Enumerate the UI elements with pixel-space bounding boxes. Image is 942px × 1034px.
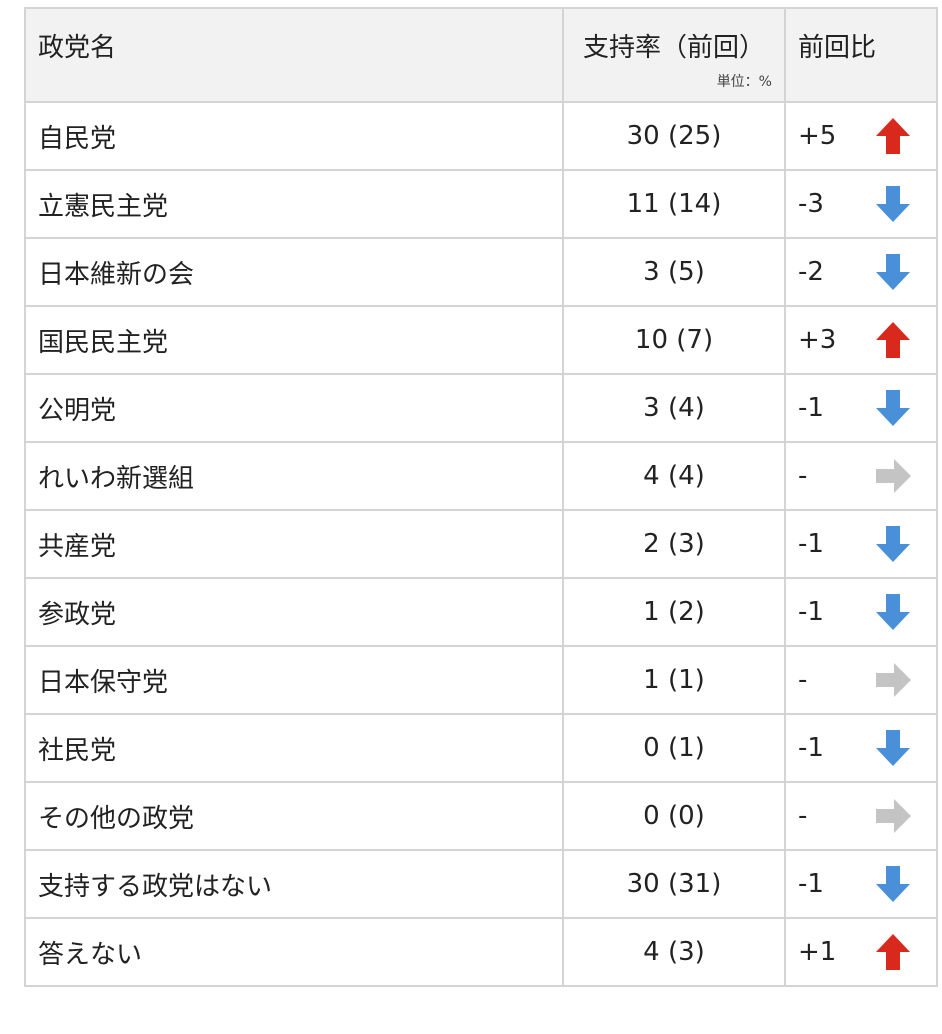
diff-value: -1 [798, 529, 824, 559]
party-name: 自民党 [24, 101, 564, 171]
table-row: 社民党 0 (1) -1 [24, 713, 938, 783]
diff-value: -2 [798, 257, 824, 287]
diff-cell: +5 [784, 101, 938, 171]
diff-cell: - [784, 781, 938, 851]
arrow-right-icon [874, 660, 912, 700]
diff-value: -3 [798, 189, 824, 219]
diff-cell: -1 [784, 373, 938, 443]
diff-value: -1 [798, 597, 824, 627]
party-name: その他の政党 [24, 781, 564, 851]
diff-value: - [798, 461, 808, 491]
diff-cell: -3 [784, 169, 938, 239]
diff-value: +5 [798, 121, 837, 151]
table-row: 公明党 3 (4) -1 [24, 373, 938, 443]
header-rate: 支持率（前回） 単位：% [562, 7, 786, 103]
arrow-right-icon [874, 796, 912, 836]
diff-cell: -2 [784, 237, 938, 307]
diff-cell: - [784, 441, 938, 511]
diff-value: +1 [798, 937, 837, 967]
diff-cell: -1 [784, 509, 938, 579]
support-rate: 4 (4) [562, 441, 786, 511]
header-diff-label: 前回比 [798, 33, 877, 63]
arrow-up-icon [874, 116, 912, 156]
diff-value: - [798, 665, 808, 695]
diff-value: +3 [798, 325, 837, 355]
support-rate: 10 (7) [562, 305, 786, 375]
table-header-row: 政党名 支持率（前回） 単位：% 前回比 [24, 7, 938, 103]
support-rate: 4 (3) [562, 917, 786, 987]
support-rate: 1 (2) [562, 577, 786, 647]
arrow-down-icon [874, 592, 912, 632]
diff-value: -1 [798, 393, 824, 423]
support-rate: 3 (4) [562, 373, 786, 443]
arrow-up-icon [874, 932, 912, 972]
party-name: 国民民主党 [24, 305, 564, 375]
diff-cell: -1 [784, 713, 938, 783]
header-party: 政党名 [24, 7, 564, 103]
party-name: 公明党 [24, 373, 564, 443]
arrow-right-icon [874, 456, 912, 496]
party-name: 参政党 [24, 577, 564, 647]
table-row: 日本維新の会 3 (5) -2 [24, 237, 938, 307]
arrow-down-icon [874, 184, 912, 224]
table-row: 答えない 4 (3) +1 [24, 917, 938, 987]
arrow-down-icon [874, 388, 912, 428]
support-rate: 3 (5) [562, 237, 786, 307]
party-name: 共産党 [24, 509, 564, 579]
support-rate: 30 (25) [562, 101, 786, 171]
arrow-up-icon [874, 320, 912, 360]
unit-note: 単位：% [716, 74, 772, 90]
poll-results-table: 政党名 支持率（前回） 単位：% 前回比 自民党 30 (25) +5 立憲民主党 11… [24, 7, 938, 987]
party-name: 日本保守党 [24, 645, 564, 715]
support-rate: 1 (1) [562, 645, 786, 715]
diff-cell: -1 [784, 849, 938, 919]
support-rate: 0 (1) [562, 713, 786, 783]
support-rate: 11 (14) [562, 169, 786, 239]
support-rate: 30 (31) [562, 849, 786, 919]
arrow-down-icon [874, 864, 912, 904]
party-name: 社民党 [24, 713, 564, 783]
diff-cell: +3 [784, 305, 938, 375]
header-rate-label: 支持率（前回） [582, 33, 765, 63]
header-diff: 前回比 [784, 7, 938, 103]
diff-cell: +1 [784, 917, 938, 987]
arrow-down-icon [874, 728, 912, 768]
table-row: 国民民主党 10 (7) +3 [24, 305, 938, 375]
party-name: 支持する政党はない [24, 849, 564, 919]
table-row: 自民党 30 (25) +5 [24, 101, 938, 171]
arrow-down-icon [874, 252, 912, 292]
table-row: 参政党 1 (2) -1 [24, 577, 938, 647]
diff-value: - [798, 801, 808, 831]
arrow-down-icon [874, 524, 912, 564]
header-party-label: 政党名 [38, 33, 117, 63]
support-rate: 0 (0) [562, 781, 786, 851]
table-row: れいわ新選組 4 (4) - [24, 441, 938, 511]
diff-value: -1 [798, 733, 824, 763]
table-row: その他の政党 0 (0) - [24, 781, 938, 851]
table-row: 共産党 2 (3) -1 [24, 509, 938, 579]
party-name: 立憲民主党 [24, 169, 564, 239]
diff-value: -1 [798, 869, 824, 899]
support-rate: 2 (3) [562, 509, 786, 579]
party-name: 日本維新の会 [24, 237, 564, 307]
table-body: 自民党 30 (25) +5 立憲民主党 11 (14) -3 日本維新の会 3 (5) -2 国… [24, 101, 938, 987]
table-row: 立憲民主党 11 (14) -3 [24, 169, 938, 239]
party-name: 答えない [24, 917, 564, 987]
party-name: れいわ新選組 [24, 441, 564, 511]
table-row: 日本保守党 1 (1) - [24, 645, 938, 715]
diff-cell: -1 [784, 577, 938, 647]
diff-cell: - [784, 645, 938, 715]
table-row: 支持する政党はない 30 (31) -1 [24, 849, 938, 919]
